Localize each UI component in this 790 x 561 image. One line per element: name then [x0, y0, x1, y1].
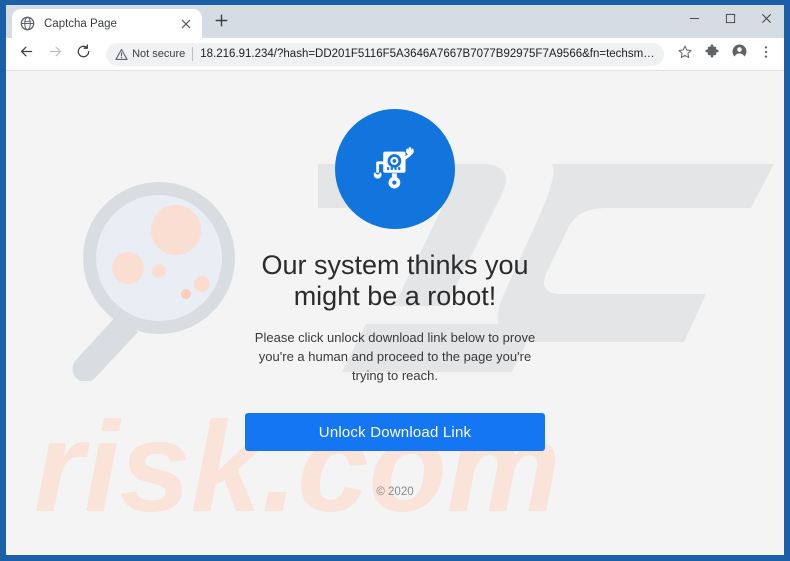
window-controls [676, 5, 784, 38]
maximize-icon [725, 11, 736, 29]
tab-strip: Captcha Page [6, 5, 784, 38]
arrow-right-icon [47, 43, 64, 65]
page-title: Our system thinks you might be a robot! [261, 250, 529, 311]
page-viewport: risk.com Our system thinks you might be … [6, 71, 784, 555]
close-icon[interactable] [178, 16, 194, 32]
copyright-text: © 2020 [376, 486, 414, 498]
tab-title: Captcha Page [44, 17, 117, 30]
close-icon [761, 11, 772, 29]
url-text: 18.216.91.234/?hash=DD201F5116F5A3646A76… [200, 48, 655, 60]
back-button[interactable] [15, 41, 38, 67]
star-icon [677, 44, 693, 65]
warning-triangle-icon [115, 48, 128, 61]
new-tab-button[interactable] [208, 10, 234, 36]
forward-button[interactable] [44, 41, 67, 67]
arrow-left-icon [18, 43, 35, 65]
omnibox-divider [192, 47, 194, 61]
globe-icon [20, 16, 35, 31]
captcha-card: Our system thinks you might be a robot! … [6, 109, 784, 498]
screenshot-frame: Captcha Page Not secure 18.216.91.234/?h… [0, 0, 790, 561]
address-bar[interactable]: Not secure 18.216.91.234/?hash=DD201F511… [106, 42, 664, 66]
minimize-button[interactable] [676, 5, 712, 35]
browser-tab[interactable]: Captcha Page [12, 9, 202, 38]
reload-button[interactable] [72, 41, 95, 67]
extensions-button[interactable] [700, 42, 724, 66]
puzzle-piece-icon [704, 43, 720, 65]
maximize-button[interactable] [712, 5, 748, 35]
robot-icon-badge [335, 109, 455, 229]
security-status-label: Not secure [132, 48, 186, 60]
reload-icon [75, 43, 92, 65]
profile-button[interactable] [727, 42, 751, 66]
browser-menu-button[interactable] [754, 42, 778, 66]
robot-icon [364, 138, 426, 200]
unlock-download-link-button[interactable]: Unlock Download Link [245, 413, 545, 451]
minimize-icon [689, 11, 700, 29]
browser-toolbar: Not secure 18.216.91.234/?hash=DD201F511… [6, 38, 784, 71]
bookmark-button[interactable] [673, 42, 697, 66]
close-window-button[interactable] [748, 5, 784, 35]
instruction-text: Please click unlock download link below … [254, 330, 536, 383]
plus-icon [214, 13, 229, 33]
account-avatar-icon [731, 43, 748, 65]
three-dot-menu-icon [758, 44, 774, 65]
browser-window: Captcha Page Not secure 18.216.91.234/?h… [6, 5, 784, 555]
